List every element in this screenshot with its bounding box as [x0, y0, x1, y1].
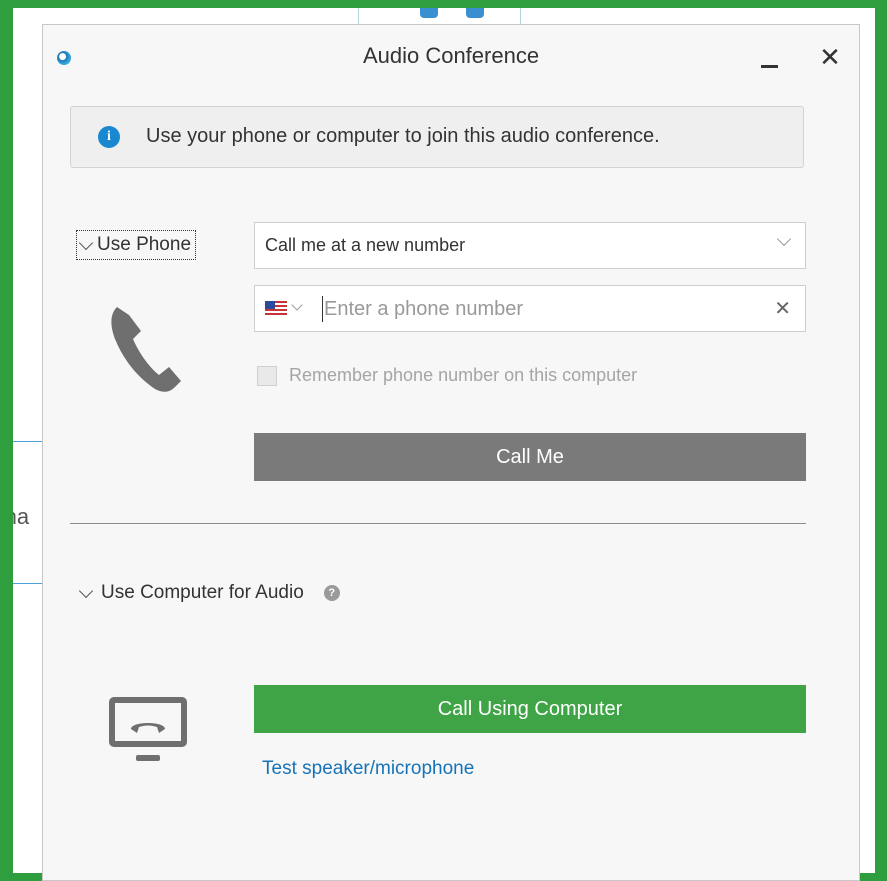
selection-frame-left — [0, 0, 13, 881]
minimize-icon — [761, 65, 778, 68]
chevron-down-icon — [78, 583, 94, 598]
remember-number-label[interactable]: Remember phone number on this computer — [289, 365, 637, 386]
close-button[interactable]: ✕ — [815, 41, 845, 75]
use-computer-label: Use Computer for Audio — [101, 582, 304, 603]
use-computer-toggle[interactable]: Use Computer for Audio ? — [78, 582, 340, 604]
chevron-down-icon — [78, 235, 94, 250]
clear-icon[interactable]: ✕ — [774, 296, 791, 320]
computer-call-icon — [109, 697, 187, 761]
phone-handset-icon — [111, 307, 181, 392]
call-option-select[interactable]: Call me at a new number — [254, 222, 806, 269]
use-phone-toggle[interactable]: Use Phone — [76, 230, 197, 260]
text-caret — [322, 296, 323, 322]
remember-number-row: Remember phone number on this computer — [257, 365, 637, 386]
selection-frame-top — [0, 0, 887, 8]
help-icon[interactable]: ? — [323, 585, 340, 601]
call-me-button[interactable]: Call Me — [254, 433, 806, 481]
dialog-title: Audio Conference — [362, 43, 540, 68]
audio-conference-dialog: Audio Conference ✕ i Use your phone or c… — [42, 24, 860, 881]
info-banner: i Use your phone or computer to join thi… — [70, 106, 804, 168]
chevron-down-icon — [776, 231, 792, 247]
selection-frame-right — [875, 0, 887, 881]
chevron-down-icon[interactable] — [291, 299, 303, 311]
use-phone-label: Use Phone — [97, 234, 192, 255]
call-option-value: Call me at a new number — [265, 235, 466, 255]
phone-number-input[interactable] — [324, 294, 764, 324]
test-speaker-microphone-link[interactable]: Test speaker/microphone — [262, 758, 474, 780]
title-bar[interactable]: Audio Conference ✕ — [43, 25, 859, 91]
phone-number-field[interactable]: ✕ — [254, 285, 806, 332]
info-icon: i — [98, 126, 120, 148]
us-flag-icon[interactable] — [265, 301, 287, 315]
call-using-computer-button[interactable]: Call Using Computer — [254, 685, 806, 733]
remember-number-checkbox[interactable] — [257, 365, 277, 386]
info-message: Use your phone or computer to join this … — [146, 125, 660, 147]
minimize-button[interactable] — [753, 45, 785, 75]
section-divider — [70, 523, 806, 524]
